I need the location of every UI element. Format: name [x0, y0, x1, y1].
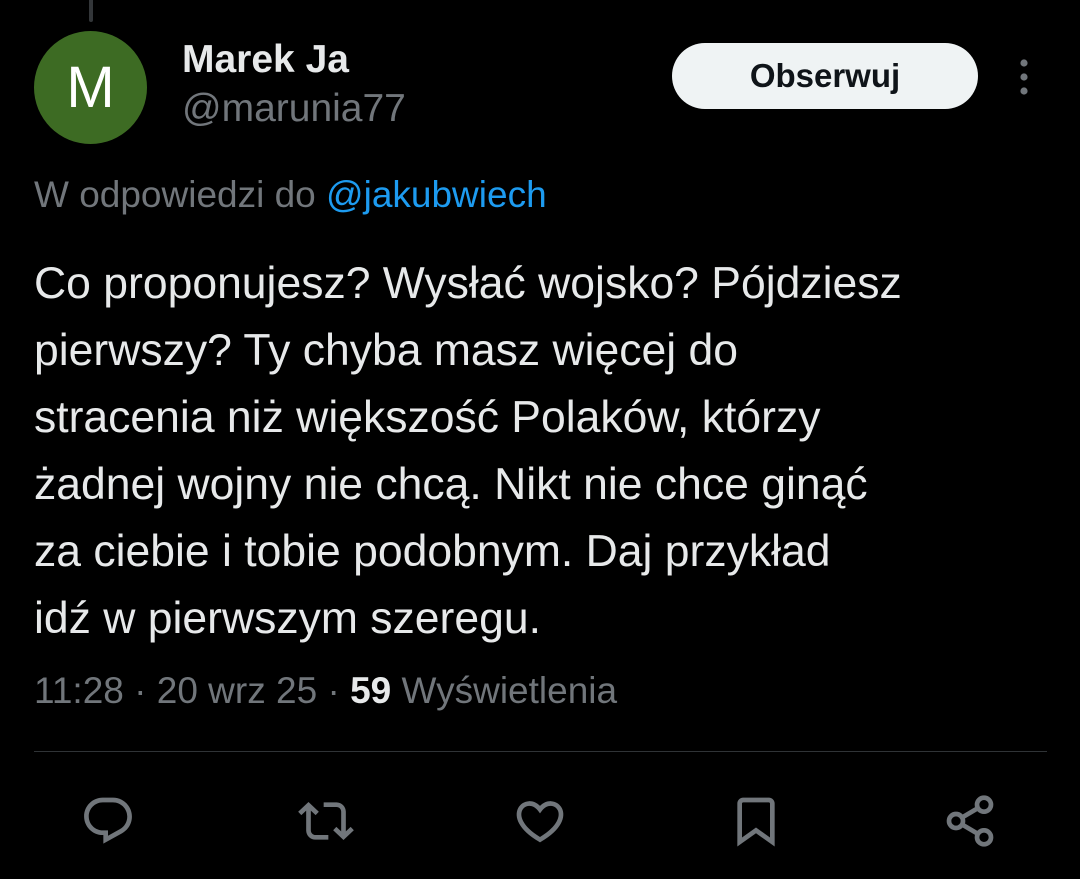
author-display-name[interactable]: Marek Ja — [182, 38, 349, 82]
bookmark-button[interactable] — [728, 793, 784, 849]
tweet-text-line: Co proponujesz? Wysłać wojsko? Pójdziesz — [34, 259, 902, 308]
more-vertical-icon[interactable] — [1008, 56, 1040, 100]
views-label[interactable]: Wyświetlenia — [402, 670, 618, 711]
heart-icon — [516, 801, 564, 843]
meta-separator: · — [317, 670, 351, 711]
author-handle[interactable]: @marunia77 — [182, 87, 406, 131]
tweet-text-line: stracenia niż większość Polaków, którzy — [34, 393, 821, 442]
reply-mention-link[interactable]: @jakubwiech — [326, 174, 547, 215]
tweet-text-line: za ciebie i tobie podobnym. Daj przykład — [34, 527, 831, 576]
tweet-text: Co proponujesz? Wysłać wojsko? Pójdziesz… — [34, 250, 1054, 652]
reply-icon — [84, 797, 132, 844]
tweet-text-line: pierwszy? Ty chyba masz więcej do — [34, 326, 739, 375]
share-icon — [946, 795, 994, 847]
retweet-icon — [298, 802, 354, 840]
meta-separator: · — [123, 670, 157, 711]
share-button[interactable] — [942, 793, 998, 849]
reply-context: W odpowiedzi do @jakubwiech — [34, 174, 547, 216]
like-button[interactable] — [512, 793, 568, 849]
bookmark-icon — [737, 797, 775, 847]
tweet-meta: 11:28 · 20 wrz 25 · 59 Wyświetlenia — [34, 670, 617, 712]
tweet-text-line: żadnej wojny nie chcą. Nikt nie chce gin… — [34, 460, 868, 509]
retweet-button[interactable] — [298, 793, 354, 849]
reply-context-prefix: W odpowiedzi do — [34, 174, 316, 215]
tweet-date[interactable]: 20 wrz 25 — [157, 670, 317, 711]
follow-button[interactable]: Obserwuj — [672, 43, 978, 109]
avatar[interactable]: M — [34, 31, 147, 144]
tweet-text-line: idź w pierwszym szeregu. — [34, 594, 541, 643]
reply-button[interactable] — [80, 793, 136, 849]
views-count[interactable]: 59 — [350, 670, 391, 711]
divider — [34, 751, 1047, 752]
thread-connector-line — [89, 0, 93, 22]
tweet-time[interactable]: 11:28 — [34, 670, 124, 711]
